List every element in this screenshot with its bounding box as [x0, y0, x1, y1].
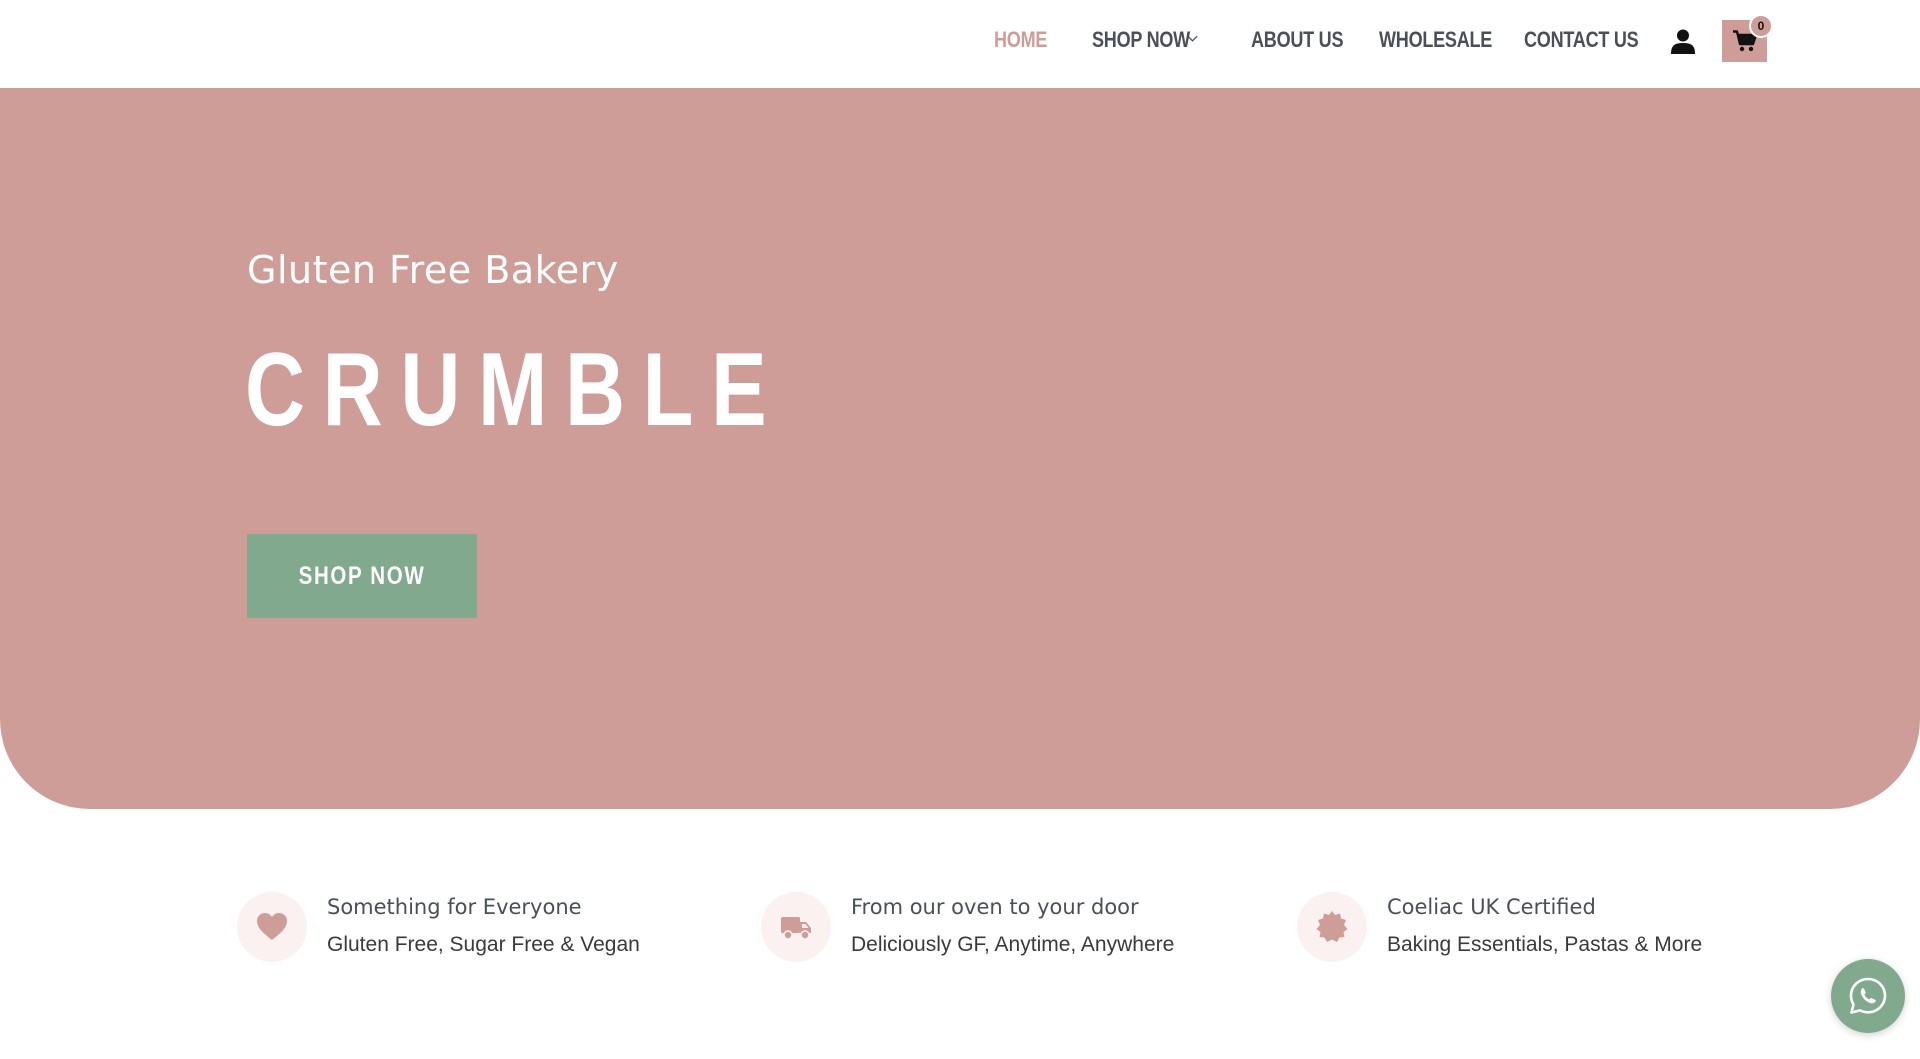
cart-count-badge: 0 [1749, 14, 1773, 38]
shop-now-button-label: SHOP NOW [298, 562, 426, 590]
site-header: HOME SHOP NOW ABOUT US WHOLESALE CONTACT… [0, 0, 1920, 88]
nav-item-wholesale[interactable]: WHOLESALE [1379, 26, 1492, 54]
heart-icon [257, 913, 287, 940]
feature-title: Coeliac UK Certified [1387, 895, 1596, 919]
nav-item-about-us[interactable]: ABOUT US [1251, 26, 1343, 54]
truck-icon [781, 917, 811, 940]
feature-title: Something for Everyone [327, 895, 582, 919]
feature-title: From our oven to your door [851, 895, 1139, 919]
hero-banner: Gluten Free Bakery CRUMBLE SHOP NOW [0, 88, 1920, 809]
hero-title: CRUMBLE [245, 332, 785, 448]
nav-item-contact-us[interactable]: CONTACT US [1524, 26, 1639, 54]
chevron-down-icon[interactable] [1187, 33, 1198, 44]
shop-now-button[interactable]: SHOP NOW [247, 534, 477, 618]
main-navigation: HOME SHOP NOW ABOUT US WHOLESALE CONTACT… [0, 0, 1920, 82]
feature-description: Deliciously GF, Anytime, Anywhere [851, 933, 1175, 956]
feature-description: Baking Essentials, Pastas & More [1387, 933, 1703, 956]
nav-item-home[interactable]: HOME [994, 26, 1047, 54]
badge-icon [1316, 911, 1348, 942]
whatsapp-chat-button[interactable] [1831, 959, 1905, 1033]
nav-item-shop-now[interactable]: SHOP NOW [1092, 26, 1190, 54]
feature-icon-circle [761, 892, 831, 962]
hero-subtitle: Gluten Free Bakery [247, 248, 619, 292]
whatsapp-icon [1849, 977, 1887, 1014]
user-icon[interactable] [1671, 29, 1695, 54]
feature-icon-circle [1297, 892, 1367, 962]
feature-description: Gluten Free, Sugar Free & Vegan [327, 933, 640, 956]
feature-icon-circle [237, 892, 307, 962]
